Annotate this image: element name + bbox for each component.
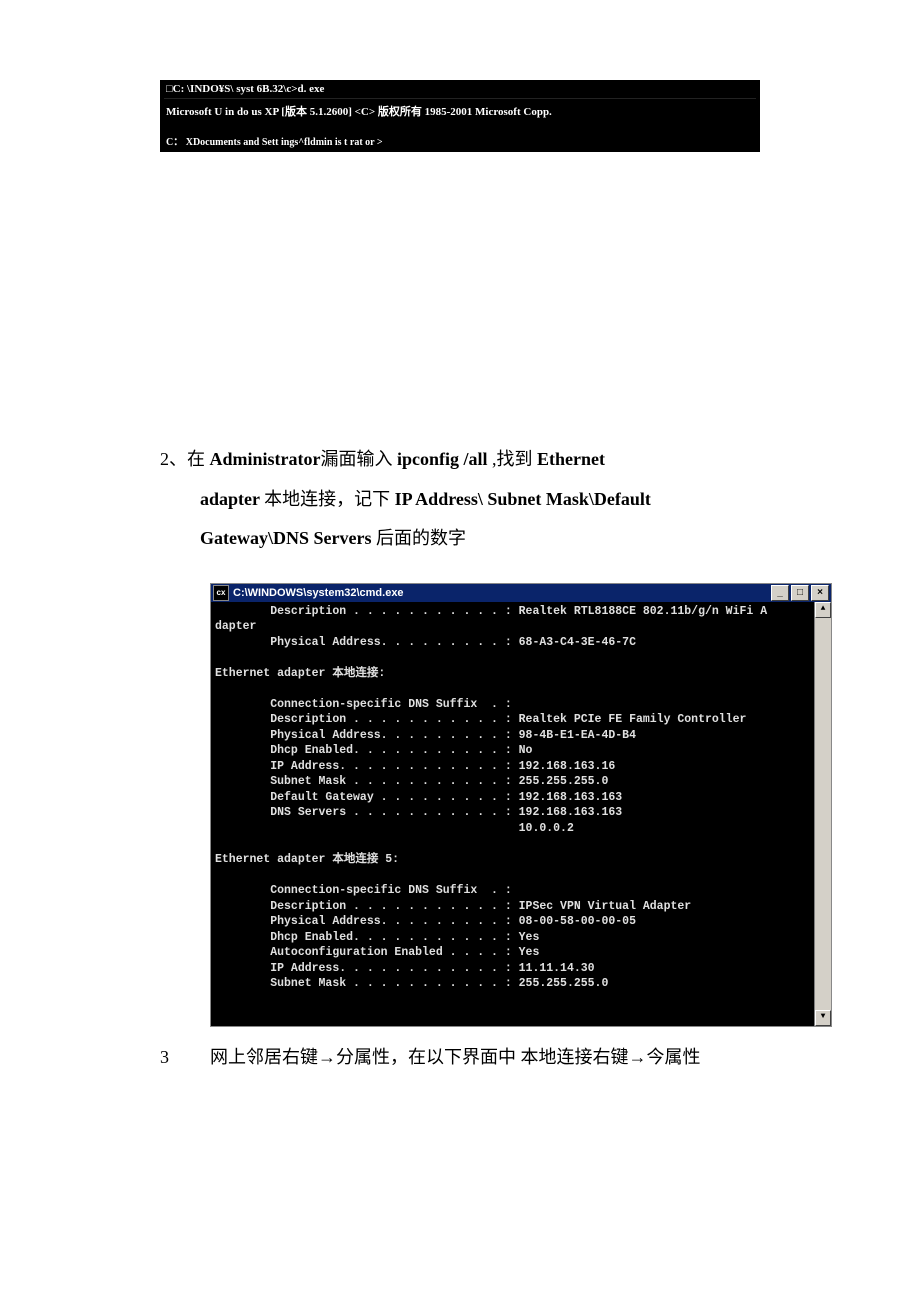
minimize-button[interactable]: _ (771, 585, 789, 601)
text-bold: Gateway\DNS Servers (200, 528, 376, 548)
cmd-icon: cx (213, 585, 229, 601)
step-3-number: 3 (160, 1047, 210, 1068)
terminal-1-line2: C： XDocuments and Sett ings^fldmin is t … (164, 123, 756, 150)
step-3-text: 网上邻居右键→分属性，在以下界面中 本地连接右键→今属性 (210, 1043, 701, 1069)
terminal-1-line1: Microsoft U in do us XP [版本 5.1.2600] <C… (164, 99, 756, 123)
text-bold: Ethernet (537, 449, 605, 469)
cmd-window: cx C:\WINDOWS\system32\cmd.exe _ □ × Des… (210, 583, 832, 1027)
terminal-screenshot-1: □C: \⁠INDO¥S\ syst 6B.32\c>d. exe Micros… (160, 80, 760, 152)
text: 漏面输入 (321, 449, 398, 469)
text: ,找到 (488, 449, 538, 469)
scrollbar[interactable]: ▲ ▼ (814, 602, 831, 1026)
text: 本地连接，记下 (264, 489, 395, 509)
scroll-down-icon[interactable]: ▼ (815, 1010, 831, 1026)
cmd-titlebar: cx C:\WINDOWS\system32\cmd.exe _ □ × (211, 584, 831, 602)
spacer (160, 160, 760, 440)
text: 2、在 (160, 449, 210, 469)
text-bold: IP Address\ Subnet Mask\Default (395, 489, 651, 509)
terminal-1-title: □C: \⁠INDO¥S\ syst 6B.32\c>d. exe (164, 82, 756, 99)
close-button[interactable]: × (811, 585, 829, 601)
text: 后面的数字 (376, 528, 466, 548)
text-bold: adapter (200, 489, 264, 509)
cmd-output: Description . . . . . . . . . . . : Real… (211, 602, 831, 1026)
cmd-title-text: C:\WINDOWS\system32\cmd.exe (233, 587, 769, 599)
maximize-button[interactable]: □ (791, 585, 809, 601)
step-3-paragraph: 3 网上邻居右键→分属性，在以下界面中 本地连接右键→今属性 (160, 1043, 760, 1069)
scroll-up-icon[interactable]: ▲ (815, 602, 831, 618)
step-2-paragraph: 2、在 Administrator漏面输入 ipconfig /all ,找到 … (160, 440, 760, 559)
text-bold: ipconfig /all (397, 449, 488, 469)
text-bold: Administrator (210, 449, 321, 469)
